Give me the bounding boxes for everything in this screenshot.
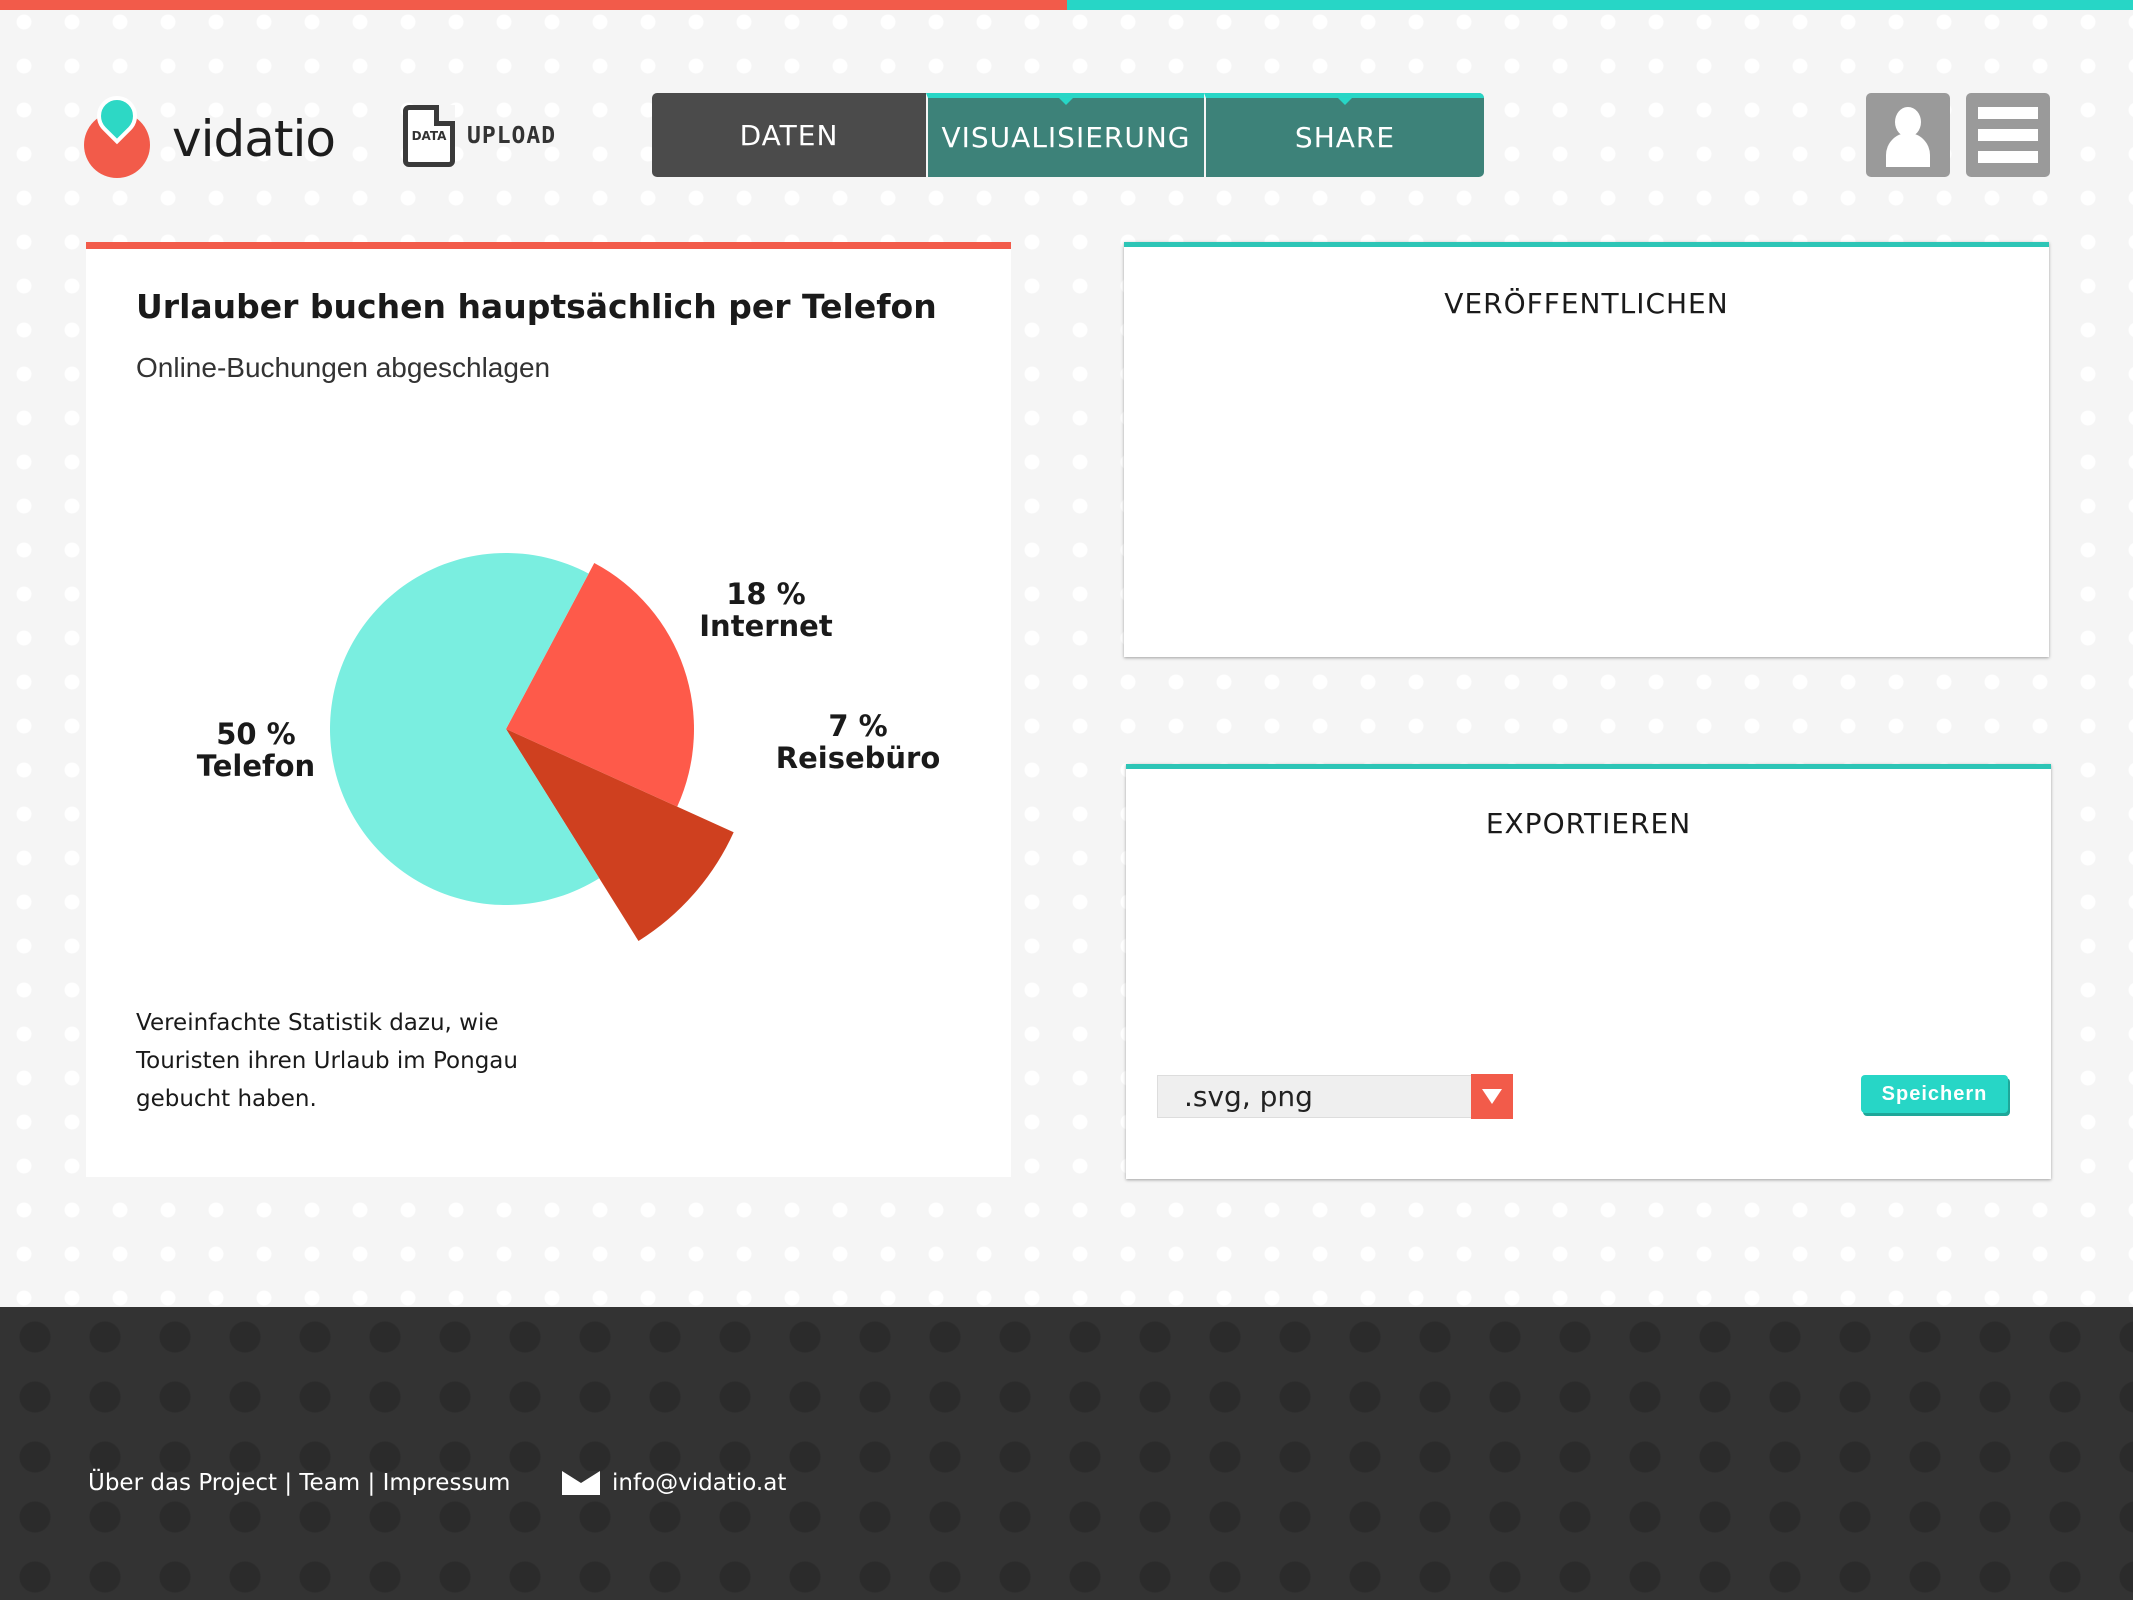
footer-email: info@vidatio.at [612, 1470, 787, 1496]
upload-label: UPLOAD [467, 123, 557, 149]
publish-panel: VERÖFFENTLICHEN [1124, 242, 2049, 657]
user-icon-body [1886, 133, 1930, 167]
export-panel: EXPORTIEREN .svg, png Speichern [1126, 764, 2051, 1179]
tab-active-notch-icon [1059, 98, 1073, 105]
publish-title: VERÖFFENTLICHEN [1444, 287, 1729, 320]
data-file-icon: DATA [403, 105, 455, 167]
chart-card: Urlauber buchen hauptsächlich per Telefo… [86, 242, 1011, 1177]
tab-visualisierung-label: VISUALISIERUNG [941, 121, 1191, 154]
mail-icon [562, 1471, 600, 1495]
footer: Über das Project | Team | Impressum info… [0, 1307, 2133, 1600]
tab-active-notch-icon [1338, 98, 1352, 105]
chevron-down-icon[interactable] [1471, 1074, 1513, 1119]
main-tabs: DATEN VISUALISIERUNG SHARE [652, 93, 1484, 177]
export-format-select[interactable]: .svg, png [1157, 1074, 1513, 1119]
upload-button[interactable]: DATA UPLOAD [403, 104, 556, 168]
tab-share[interactable]: SHARE [1204, 93, 1484, 177]
user-account-button[interactable] [1866, 93, 1950, 177]
export-format-value: .svg, png [1184, 1080, 1313, 1113]
logo[interactable]: vidatio [80, 87, 336, 182]
tab-visualisierung[interactable]: VISUALISIERUNG [926, 93, 1204, 177]
data-file-icon-text: DATA [411, 129, 447, 143]
pie-category-label: Telefon [197, 749, 315, 783]
hamburger-menu-button[interactable] [1966, 93, 2050, 177]
chart-description: Vereinfachte Statistik dazu, wie Tourist… [136, 1010, 518, 1112]
top-accent-bar [0, 0, 2133, 10]
menu-icon-bar [1978, 129, 2038, 141]
brand-name: vidatio [172, 110, 336, 168]
top-accent-bar-teal [1067, 0, 2133, 10]
pie-value-label: 50 % [216, 717, 296, 751]
top-accent-bar-red [0, 0, 1067, 10]
pie-category-label: Internet [699, 609, 833, 643]
footer-email-link[interactable]: info@vidatio.at [562, 1470, 786, 1496]
pie-value-label: 18 % [726, 577, 806, 611]
menu-icon-bar [1978, 107, 2038, 119]
menu-icon-bar [1978, 151, 2038, 163]
tab-daten[interactable]: DATEN [652, 93, 926, 177]
tab-daten-label: DATEN [739, 118, 839, 152]
export-title: EXPORTIEREN [1485, 807, 1692, 840]
pie-category-label: Reisebüro [776, 741, 941, 775]
tab-share-label: SHARE [1294, 121, 1396, 154]
pie-value-label: 7 % [828, 709, 887, 743]
footer-links[interactable]: Über das Project | Team | Impressum [88, 1470, 510, 1496]
save-button[interactable]: Speichern [1861, 1075, 2008, 1113]
